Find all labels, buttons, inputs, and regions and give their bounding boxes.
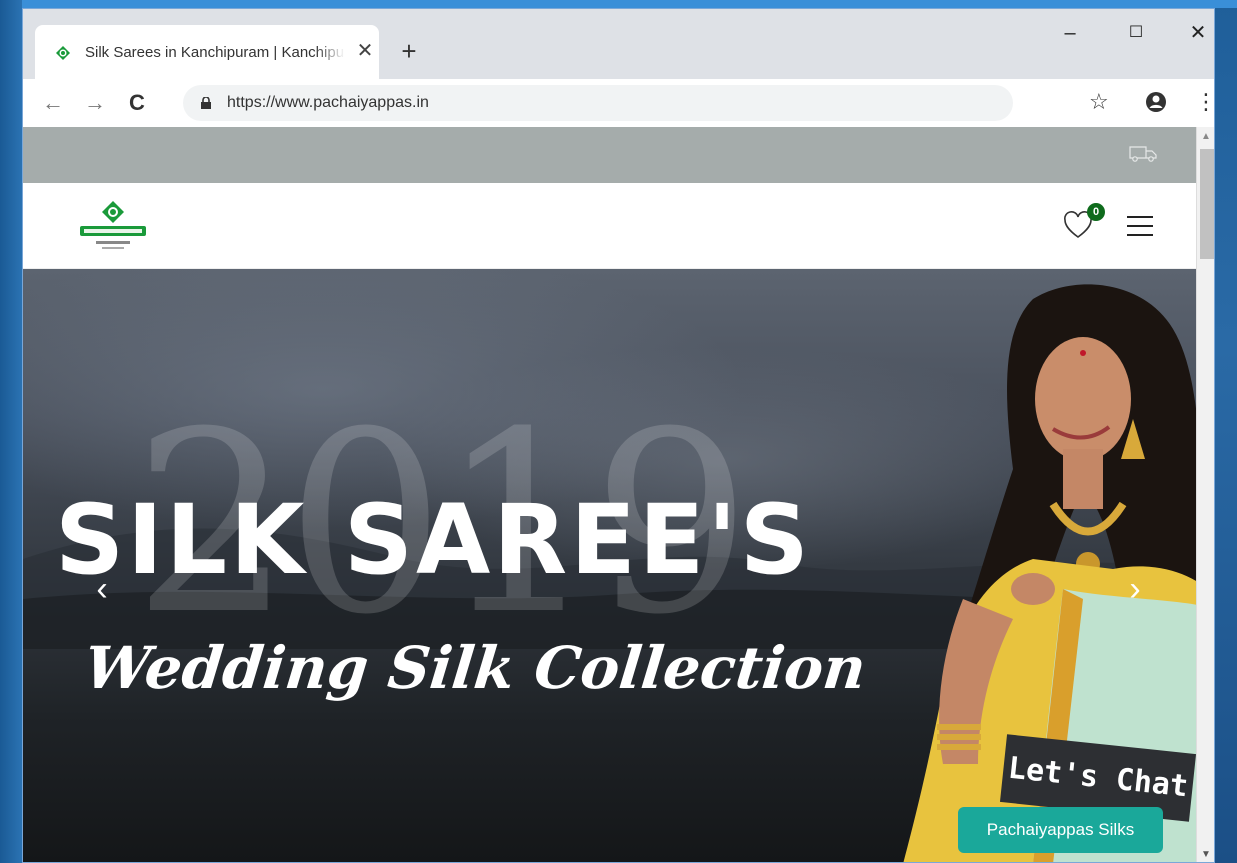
tab-close-icon[interactable]: ✕ [353,39,377,63]
minimize-button[interactable]: – [1055,21,1085,45]
close-window-button[interactable]: ✕ [1183,21,1213,45]
back-button[interactable]: ← [39,89,67,117]
browser-toolbar: ← → C https://www.pachaiyappas.in ☆ ⋮ [23,79,1214,127]
reload-button[interactable]: C [123,89,151,117]
address-bar[interactable]: https://www.pachaiyappas.in [183,85,1013,121]
account-icon[interactable] [1145,91,1167,113]
hero-banner: 2019 SILK SAREE'S Wedding Silk Collectio… [23,269,1214,862]
browser-window: Silk Sarees in Kanchipuram | Kanchipuram… [22,8,1215,863]
browser-tab[interactable]: Silk Sarees in Kanchipuram | Kanchipuram… [35,25,379,79]
carousel-next-arrow-icon[interactable]: › [1120,569,1150,609]
top-info-bar [23,127,1214,183]
chat-widget-button[interactable]: Pachaiyappas Silks [958,807,1163,853]
delivery-van-icon[interactable] [1128,143,1158,163]
scrollbar-thumb[interactable] [1200,149,1214,259]
url-text: https://www.pachaiyappas.in [227,94,429,111]
tab-title: Silk Sarees in Kanchipuram | Kanchipuram [85,44,345,61]
forward-button[interactable]: → [81,89,109,117]
scroll-up-arrow-icon[interactable]: ▲ [1201,131,1211,142]
bookmark-star-icon[interactable]: ☆ [1089,89,1109,115]
desktop-edge-left [0,0,22,863]
hero-subheadline: Wedding Silk Collection [81,634,870,702]
maximize-button[interactable]: ☐ [1121,21,1151,45]
hamburger-menu-icon[interactable] [1127,216,1153,236]
scroll-down-arrow-icon[interactable]: ▼ [1201,849,1211,860]
page-scrollbar[interactable]: ▲ ▼ [1196,127,1214,862]
web-page: 0 2019 SILK SAREE'S Wedding Silk Collect… [23,127,1214,862]
pachaiyappas-logo[interactable] [78,199,148,253]
wishlist-count-badge: 0 [1087,203,1105,221]
tab-strip: Silk Sarees in Kanchipuram | Kanchipuram… [23,9,1214,79]
lock-icon [201,97,211,109]
browser-menu-icon[interactable]: ⋮ [1195,89,1214,115]
carousel-prev-arrow-icon[interactable]: ‹ [87,569,117,609]
new-tab-button[interactable]: + [395,37,423,65]
desktop-edge-top [0,0,1237,8]
site-header: 0 [23,183,1214,269]
hero-headline: SILK SAREE'S [55,484,812,596]
site-favicon-icon [56,46,70,60]
